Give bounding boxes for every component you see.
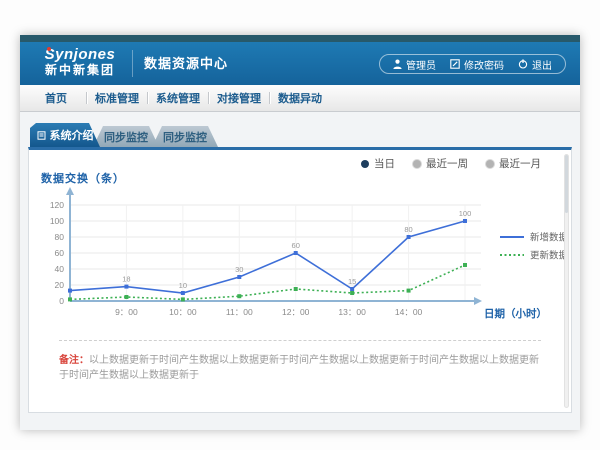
chart-data-point[interactable] — [350, 287, 354, 291]
power-icon — [518, 59, 528, 69]
user-menu[interactable]: 管理员 — [393, 57, 436, 72]
page-card: Synjones 新中新集团 数据资源中心 管理员 — [20, 35, 580, 430]
data-point-label: 100 — [459, 209, 472, 218]
data-point-label: 10 — [179, 281, 187, 290]
chart-data-point[interactable] — [294, 251, 298, 255]
tab-label: 系统介绍 — [50, 127, 94, 143]
tabs-row: 系统介绍 同步监控 同步监控 — [30, 123, 218, 147]
chart-data-point[interactable] — [124, 295, 128, 299]
x-tick-label: 12：00 — [282, 307, 310, 317]
radio-label: 最近一月 — [499, 156, 541, 171]
tab-label: 同步监控 — [163, 129, 207, 145]
header-divider — [132, 50, 133, 77]
time-range-filter: 当日 最近一周 最近一月 — [361, 156, 541, 171]
nav-item-interface-mgmt[interactable]: 对接管理 — [209, 90, 269, 106]
y-tick-label: 40 — [55, 264, 65, 274]
radio-label: 最近一周 — [426, 156, 468, 171]
logo-red-dot-icon — [47, 47, 51, 51]
y-tick-label: 100 — [50, 216, 64, 226]
main-nav: 首页 标准管理 系统管理 对接管理 数据异动 — [20, 85, 580, 112]
chart-data-point[interactable] — [124, 285, 128, 289]
chart-data-point[interactable] — [463, 263, 467, 267]
app-header: Synjones 新中新集团 数据资源中心 管理员 — [20, 42, 580, 85]
logo-brand: Synjones — [34, 46, 126, 63]
chart-x-axis-title: 日期（小时） — [484, 307, 547, 320]
y-tick-label: 80 — [55, 232, 65, 242]
y-tick-label: 60 — [55, 248, 65, 258]
data-point-label: 60 — [292, 241, 300, 250]
y-axis-arrow-icon — [66, 187, 74, 195]
x-tick-label: 10：00 — [169, 307, 197, 317]
change-password-button[interactable]: 修改密码 — [450, 57, 504, 72]
radio-today[interactable]: 当日 — [361, 156, 395, 171]
radio-unselected-icon — [413, 160, 421, 168]
legend-item-0[interactable]: 新增数据 — [530, 232, 569, 244]
radio-selected-icon — [361, 160, 369, 168]
user-name: 管理员 — [406, 57, 436, 72]
chart-y-axis-title: 数据交换（条） — [41, 170, 125, 186]
chart-data-point[interactable] — [350, 291, 354, 295]
data-point-label: 15 — [348, 277, 356, 286]
footnote-text: 以上数据更新于时间产生数据以上数据更新于时间产生数据以上数据更新于时间产生数据以… — [59, 355, 539, 381]
x-tick-label: 9：00 — [115, 307, 138, 317]
tab-sync-monitor-2[interactable]: 同步监控 — [152, 126, 218, 147]
footnote: 备注：以上数据更新于时间产生数据以上数据更新于时间产生数据以上数据更新于时间产生… — [59, 353, 541, 383]
y-tick-label: 0 — [59, 296, 64, 306]
chart-data-point[interactable] — [237, 275, 241, 279]
content-panel: 当日 最近一周 最近一月 数据交换（条） 0 20 40 60 80 100 120 9：00… — [28, 147, 572, 413]
user-icon — [393, 59, 402, 69]
nav-item-data-change[interactable]: 数据异动 — [270, 90, 330, 106]
logo-brand-text: Synjones — [45, 46, 116, 63]
chart-data-point[interactable] — [294, 287, 298, 291]
chart-data-point[interactable] — [181, 291, 185, 295]
radio-last-week[interactable]: 最近一周 — [413, 156, 468, 171]
x-tick-label: 13：00 — [338, 307, 366, 317]
y-tick-label: 20 — [55, 280, 65, 290]
tab-sync-monitor-1[interactable]: 同步监控 — [93, 126, 159, 147]
scrollbar-thumb[interactable] — [565, 155, 568, 213]
dashed-divider — [59, 340, 541, 341]
logout-label: 退出 — [532, 57, 552, 72]
data-point-label: 18 — [122, 275, 130, 284]
radio-unselected-icon — [486, 160, 494, 168]
logout-button[interactable]: 退出 — [518, 57, 552, 72]
radio-label: 当日 — [374, 156, 395, 171]
data-point-label: 80 — [404, 225, 412, 234]
nav-item-standard-mgmt[interactable]: 标准管理 — [87, 90, 147, 106]
page-title: 数据资源中心 — [144, 42, 228, 85]
screenshot-canvas: Synjones 新中新集团 数据资源中心 管理员 — [0, 0, 600, 450]
x-tick-label: 14：00 — [395, 307, 423, 317]
x-tick-label: 11：00 — [226, 307, 253, 317]
chart-data-point[interactable] — [237, 294, 241, 298]
change-password-label: 修改密码 — [464, 57, 504, 72]
y-tick-label: 120 — [50, 200, 64, 210]
edit-icon — [450, 59, 460, 69]
logo: Synjones 新中新集团 — [34, 46, 126, 78]
x-axis-arrow-icon — [474, 297, 482, 305]
tab-label: 同步监控 — [104, 129, 148, 145]
chart-data-point[interactable] — [463, 219, 467, 223]
user-toolbar: 管理员 修改密码 退出 — [379, 54, 566, 74]
chart-data-point[interactable] — [68, 297, 72, 301]
top-strip — [20, 35, 580, 42]
line-chart: 0 20 40 60 80 100 120 9：00 10：00 11：00 12：00 13：00 1… — [29, 186, 573, 338]
document-icon — [37, 131, 46, 140]
chart-data-point[interactable] — [407, 235, 411, 239]
chart-data-point[interactable] — [407, 289, 411, 293]
chart-data-point[interactable] — [181, 297, 185, 301]
radio-last-month[interactable]: 最近一月 — [486, 156, 541, 171]
logo-company: 新中新集团 — [34, 63, 126, 78]
chart-data-point[interactable] — [68, 289, 72, 293]
footnote-label: 备注： — [59, 355, 89, 366]
tab-system-intro[interactable]: 系统介绍 — [30, 123, 100, 147]
legend-item-1[interactable]: 更新数据 — [530, 250, 569, 262]
data-point-label: 30 — [235, 265, 243, 274]
scrollbar[interactable] — [564, 154, 569, 408]
nav-item-home[interactable]: 首页 — [26, 90, 86, 106]
nav-item-system-mgmt[interactable]: 系统管理 — [148, 90, 208, 106]
